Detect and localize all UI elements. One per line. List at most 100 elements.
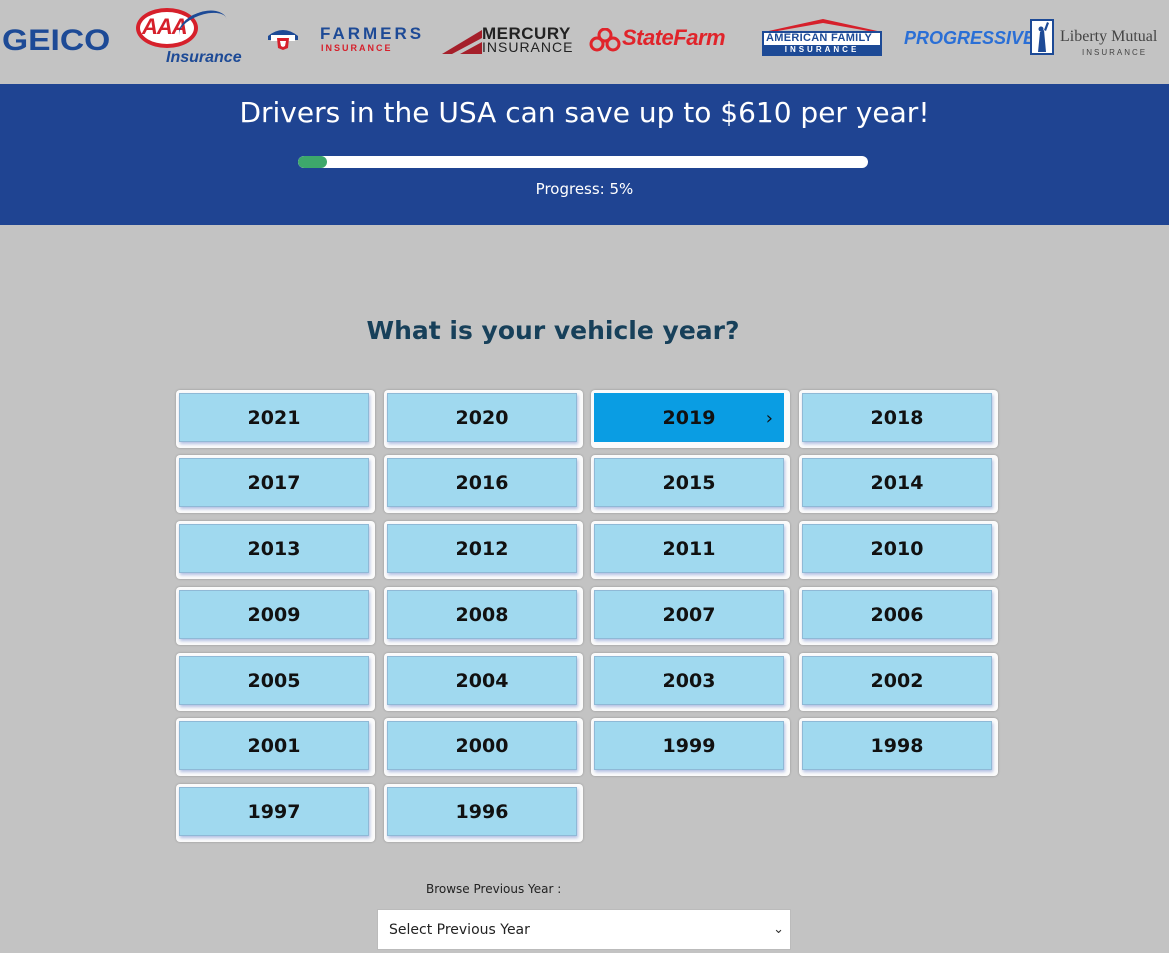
year-button-label: 1998 xyxy=(870,735,924,757)
insurer-logo-strip: GEICO AAA Insurance FARMERS INSURANCE ME… xyxy=(0,0,1169,84)
year-button-face: 2008 xyxy=(387,590,577,639)
year-button-face: 2006 xyxy=(802,590,992,639)
year-button-face: 2005 xyxy=(179,656,369,705)
year-button-1998[interactable]: 1998 xyxy=(799,718,998,776)
year-button-2007[interactable]: 2007 xyxy=(591,587,790,645)
year-button-2015[interactable]: 2015 xyxy=(591,455,790,513)
year-button-face: 2014 xyxy=(802,458,992,507)
year-button-2000[interactable]: 2000 xyxy=(384,718,583,776)
year-button-label: 2007 xyxy=(662,604,716,626)
american-family-logo: AMERICAN FAMILY INSURANCE xyxy=(760,18,886,58)
year-button-2002[interactable]: 2002 xyxy=(799,653,998,711)
year-button-2011[interactable]: 2011 xyxy=(591,521,790,579)
progress-label: Progress: 5% xyxy=(535,180,634,198)
year-button-label: 2021 xyxy=(247,407,301,429)
year-button-label: 2005 xyxy=(247,670,301,692)
year-button-face: 2019 › xyxy=(594,393,784,442)
year-button-label: 2018 xyxy=(870,407,924,429)
year-button-face: 2013 xyxy=(179,524,369,573)
year-button-2017[interactable]: 2017 xyxy=(176,455,375,513)
year-button-face: 2021 xyxy=(179,393,369,442)
year-button-2005[interactable]: 2005 xyxy=(176,653,375,711)
year-button-label: 2017 xyxy=(247,472,301,494)
farmers-shield-icon xyxy=(268,30,298,50)
year-button-2018[interactable]: 2018 xyxy=(799,390,998,448)
farmers-word: FARMERS xyxy=(320,24,425,43)
year-button-2003[interactable]: 2003 xyxy=(591,653,790,711)
year-button-1997[interactable]: 1997 xyxy=(176,784,375,842)
farmers-logo: FARMERS INSURANCE xyxy=(266,24,426,56)
year-button-label: 2014 xyxy=(870,472,924,494)
year-button-2009[interactable]: 2009 xyxy=(176,587,375,645)
farmers-sub: INSURANCE xyxy=(321,43,393,53)
year-button-label: 1996 xyxy=(455,801,509,823)
year-button-1999[interactable]: 1999 xyxy=(591,718,790,776)
liberty-sub: INSURANCE xyxy=(1082,48,1148,57)
year-button-face: 2016 xyxy=(387,458,577,507)
mercury-logo: MERCURY INSURANCE xyxy=(442,24,572,56)
year-button-2008[interactable]: 2008 xyxy=(384,587,583,645)
year-button-2020[interactable]: 2020 xyxy=(384,390,583,448)
geico-logo: GEICO xyxy=(2,24,111,57)
year-button-label: 2000 xyxy=(455,735,509,757)
progressive-logo: PROGRESSIVE xyxy=(904,28,1036,48)
year-button-face: 2009 xyxy=(179,590,369,639)
year-button-label: 1997 xyxy=(247,801,301,823)
year-button-2013[interactable]: 2013 xyxy=(176,521,375,579)
year-button-label: 2004 xyxy=(455,670,509,692)
progress-bar-fill xyxy=(298,156,327,168)
year-button-face: 2002 xyxy=(802,656,992,705)
year-button-face: 2007 xyxy=(594,590,784,639)
year-button-face: 1997 xyxy=(179,787,369,836)
liberty-statue-icon xyxy=(1030,19,1054,55)
year-button-face: 2011 xyxy=(594,524,784,573)
year-button-2019[interactable]: 2019 › xyxy=(591,390,790,448)
year-button-2021[interactable]: 2021 xyxy=(176,390,375,448)
progress-bar xyxy=(298,156,868,168)
year-button-label: 2016 xyxy=(455,472,509,494)
year-button-label: 2011 xyxy=(662,538,716,560)
year-button-2012[interactable]: 2012 xyxy=(384,521,583,579)
mercury-sub: INSURANCE xyxy=(482,39,574,55)
year-button-face: 2015 xyxy=(594,458,784,507)
chevron-right-icon: › xyxy=(765,408,773,429)
year-button-face: 2001 xyxy=(179,721,369,770)
year-button-face: 2018 xyxy=(802,393,992,442)
year-button-label: 2002 xyxy=(870,670,924,692)
year-button-face: 2012 xyxy=(387,524,577,573)
year-button-label: 2001 xyxy=(247,735,301,757)
year-button-2016[interactable]: 2016 xyxy=(384,455,583,513)
year-button-label: 2010 xyxy=(870,538,924,560)
year-button-2001[interactable]: 2001 xyxy=(176,718,375,776)
year-button-label: 1999 xyxy=(662,735,716,757)
previous-year-select[interactable]: Select Previous Year ⌄ xyxy=(377,909,791,950)
year-button-face: 2000 xyxy=(387,721,577,770)
year-button-face: 2020 xyxy=(387,393,577,442)
year-button-1996[interactable]: 1996 xyxy=(384,784,583,842)
amfam-roof-icon xyxy=(764,19,882,32)
year-button-2014[interactable]: 2014 xyxy=(799,455,998,513)
year-button-label: 2009 xyxy=(247,604,301,626)
chevron-down-icon: ⌄ xyxy=(773,922,784,937)
aaa-sub: Insurance xyxy=(166,49,242,66)
year-button-face: 2017 xyxy=(179,458,369,507)
aaa-logo: AAA Insurance xyxy=(134,4,246,70)
liberty-word: Liberty Mutual xyxy=(1060,28,1158,45)
mercury-triangle-icon xyxy=(442,30,482,54)
statefarm-word: StateFarm xyxy=(622,25,726,50)
amfam-sub: INSURANCE xyxy=(764,45,880,55)
year-button-label: 2020 xyxy=(455,407,509,429)
year-button-face: 1998 xyxy=(802,721,992,770)
year-button-2004[interactable]: 2004 xyxy=(384,653,583,711)
year-button-face: 1996 xyxy=(387,787,577,836)
year-button-face: 2004 xyxy=(387,656,577,705)
year-button-2010[interactable]: 2010 xyxy=(799,521,998,579)
year-button-face: 1999 xyxy=(594,721,784,770)
amfam-word: AMERICAN FAMILY xyxy=(766,32,873,44)
year-button-label: 2015 xyxy=(662,472,716,494)
year-button-face: 2003 xyxy=(594,656,784,705)
year-button-label: 2013 xyxy=(247,538,301,560)
year-button-2006[interactable]: 2006 xyxy=(799,587,998,645)
banner-headline: Drivers in the USA can save up to $610 p… xyxy=(239,96,930,129)
question-title: What is your vehicle year? xyxy=(366,316,740,345)
